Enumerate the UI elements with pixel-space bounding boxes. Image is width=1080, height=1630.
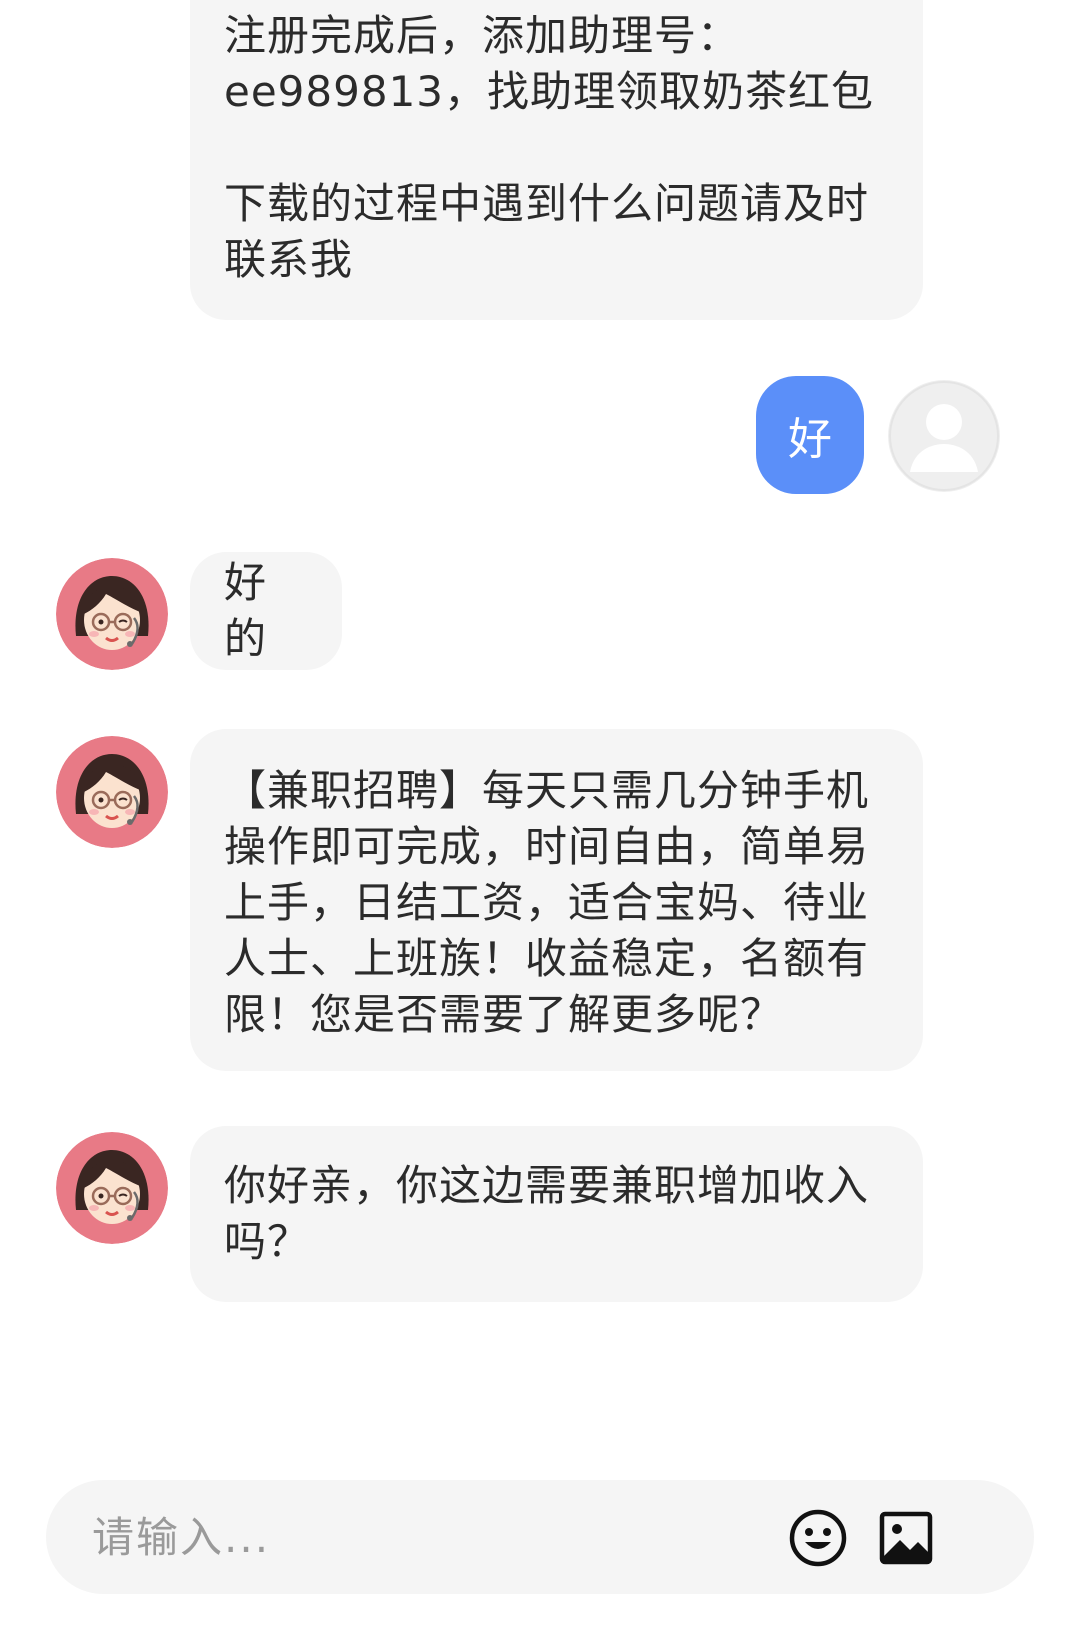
message-text: 你好亲，你这边需要兼职增加收入	[224, 1161, 870, 1210]
message-bubble-incoming: 注册完成后，添加助理号： ee989813，找助理领取奶茶红包 下载的过程中遇到…	[190, 0, 923, 320]
message-text: 人士、上班族！收益稳定，名额有	[224, 934, 870, 983]
message-composer	[46, 1480, 1034, 1594]
message-bubble-incoming: 你好亲，你这边需要兼职增加收入 吗？	[190, 1126, 923, 1302]
message-text: 【兼职招聘】每天只需几分钟手机	[224, 766, 870, 815]
user-icon	[889, 381, 999, 491]
emoji-icon[interactable]	[788, 1508, 848, 1568]
image-icon[interactable]	[876, 1508, 936, 1568]
agent-avatar-icon	[56, 558, 168, 670]
message-input[interactable]	[92, 1480, 832, 1594]
message-text: 操作即可完成，时间自由，简单易	[224, 822, 870, 871]
agent-avatar[interactable]	[56, 558, 168, 670]
agent-avatar-icon	[56, 736, 168, 848]
message-text: 限！您是否需要了解更多呢？	[224, 990, 784, 1039]
message-text: 注册完成后，添加助理号：	[224, 11, 741, 60]
message-text: 联系我	[224, 235, 354, 284]
message-text: 下载的过程中遇到什么问题请及时	[224, 179, 870, 228]
message-text: ee989813，找助理领取奶茶红包	[224, 67, 875, 116]
message-text: 好	[788, 414, 832, 465]
user-avatar[interactable]	[888, 380, 1000, 492]
message-text: 好的	[224, 558, 268, 663]
message-text: 上手，日结工资，适合宝妈、待业	[224, 878, 870, 927]
message-text: 吗？	[224, 1217, 311, 1266]
message-bubble-incoming: 【兼职招聘】每天只需几分钟手机 操作即可完成，时间自由，简单易 上手，日结工资，…	[190, 729, 923, 1071]
agent-avatar[interactable]	[56, 1132, 168, 1244]
agent-avatar[interactable]	[56, 736, 168, 848]
agent-avatar-icon	[56, 1132, 168, 1244]
message-bubble-incoming: 好的	[190, 552, 342, 670]
message-bubble-outgoing: 好	[756, 376, 864, 494]
